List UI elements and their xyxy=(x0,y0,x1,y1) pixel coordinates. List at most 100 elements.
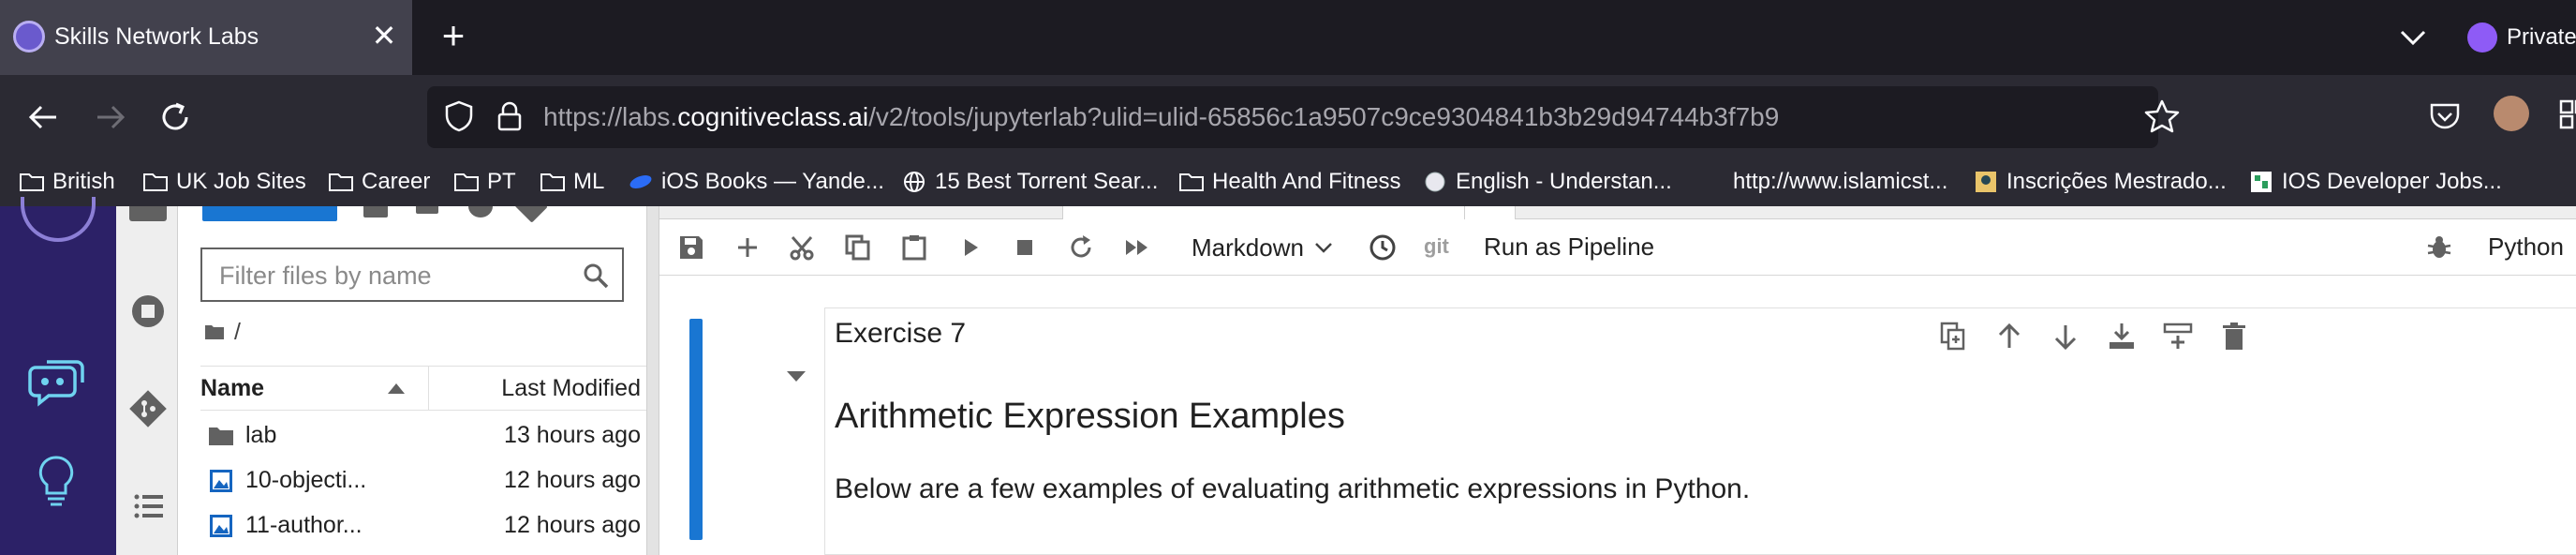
file-name: 11-author... xyxy=(245,512,363,538)
breadcrumb-root[interactable]: / xyxy=(234,319,241,346)
globe-icon xyxy=(904,172,925,192)
activity-bar xyxy=(116,206,178,555)
insert-cell-below-icon[interactable] xyxy=(2105,320,2139,353)
new-launcher-button[interactable] xyxy=(202,206,337,221)
tracking-protection-shield-icon[interactable] xyxy=(442,99,476,133)
bug-icon[interactable] xyxy=(2424,232,2454,262)
bookmark-item[interactable]: PT xyxy=(453,158,516,206)
tab-favicon-icon xyxy=(13,21,45,52)
private-browsing-icon xyxy=(2467,22,2497,52)
bookmark-item[interactable]: IOS Developer Jobs... xyxy=(2248,158,2502,206)
browser-tab[interactable]: Skills Network Labs ✕ xyxy=(0,0,412,75)
chatbot-icon[interactable] xyxy=(26,354,86,411)
folder-icon[interactable] xyxy=(204,323,225,340)
table-of-contents-icon[interactable] xyxy=(129,488,167,525)
bookmark-star-icon[interactable] xyxy=(2143,98,2181,135)
bookmark-item[interactable]: http://www.islamicst... xyxy=(1733,158,1947,206)
paste-icon[interactable] xyxy=(899,232,929,262)
bookmark-label: IOS Developer Jobs... xyxy=(2282,169,2502,194)
lightbulb-icon[interactable] xyxy=(34,454,79,510)
duplicate-cell-icon[interactable] xyxy=(1936,320,1970,353)
cell-rendered-markdown[interactable]: Exercise 7 Arithmetic Expression Example… xyxy=(824,308,2576,555)
site-icon xyxy=(2251,172,2272,192)
restart-kernel-icon[interactable] xyxy=(1066,232,1096,262)
folder-icon xyxy=(329,173,353,191)
forward-arrow-icon[interactable] xyxy=(90,98,129,137)
move-down-arrow-icon[interactable] xyxy=(2049,320,2082,353)
cell-type-value: Markdown xyxy=(1192,232,1304,262)
bookmark-item[interactable]: 15 Best Torrent Sear... xyxy=(901,158,1158,206)
run-icon[interactable] xyxy=(955,232,985,262)
list-tabs-chevron-icon[interactable] xyxy=(2394,19,2432,56)
insert-cell-above-icon[interactable] xyxy=(2161,320,2195,353)
markdown-cell[interactable]: Exercise 7 Arithmetic Expression Example… xyxy=(659,276,2576,555)
clock-icon[interactable] xyxy=(1368,232,1398,262)
sort-ascending-icon xyxy=(388,383,405,394)
pocket-icon[interactable] xyxy=(2426,98,2464,135)
folder-icon xyxy=(20,173,44,191)
run-all-icon[interactable] xyxy=(1122,232,1152,262)
stop-icon[interactable] xyxy=(1010,232,1040,262)
bookmark-label: ML xyxy=(573,169,605,194)
cell-type-dropdown[interactable]: Markdown xyxy=(1192,232,1334,263)
folder-icon xyxy=(1179,173,1204,191)
document-tab[interactable] xyxy=(1465,206,1516,219)
new-folder-icon[interactable] xyxy=(363,206,388,218)
run-as-pipeline-button[interactable]: Run as Pipeline xyxy=(1484,232,1654,262)
notebook-tab[interactable] xyxy=(1062,206,1465,219)
collapse-heading-icon[interactable] xyxy=(787,371,806,382)
extensions-icon[interactable] xyxy=(2557,98,2576,131)
bookmark-item[interactable]: Career xyxy=(328,158,430,206)
url-prefix: https://labs. xyxy=(543,102,678,131)
bookmark-item[interactable]: ML xyxy=(540,158,604,206)
bookmark-label: UK Job Sites xyxy=(176,169,306,194)
upload-icon[interactable] xyxy=(416,206,438,214)
bookmark-item[interactable]: iOS Books — Yande... xyxy=(628,158,884,206)
folder-icon xyxy=(143,173,168,191)
search-icon xyxy=(584,263,609,289)
bookmark-item[interactable]: Inscrições Mestrado... xyxy=(1973,158,2227,206)
move-up-arrow-icon[interactable] xyxy=(1992,320,2026,353)
bookmark-label: PT xyxy=(487,169,516,194)
jupyterlab-app: / Name Last Modified lab 13 hours ago 10… xyxy=(0,197,2576,555)
filter-files-input[interactable] xyxy=(219,261,575,291)
delete-cell-trash-icon[interactable] xyxy=(2217,320,2251,353)
running-sessions-icon[interactable] xyxy=(129,292,167,330)
copy-icon[interactable] xyxy=(843,232,873,262)
account-avatar[interactable] xyxy=(2494,96,2529,131)
name-column-header[interactable]: Name xyxy=(200,367,429,410)
back-arrow-icon[interactable] xyxy=(24,98,64,137)
cell-collapser[interactable] xyxy=(689,319,703,540)
file-list-header: Name Last Modified xyxy=(200,366,646,411)
cut-icon[interactable] xyxy=(787,232,817,262)
file-row[interactable]: lab 13 hours ago xyxy=(200,412,646,458)
save-icon[interactable] xyxy=(676,232,706,262)
file-name: lab xyxy=(245,422,277,448)
bookmark-item[interactable]: UK Job Sites xyxy=(142,158,306,206)
url-text[interactable]: https://labs.cognitiveclass.ai/v2/tools/… xyxy=(543,102,1779,132)
filter-box xyxy=(200,248,624,302)
brand-logo-icon[interactable] xyxy=(21,197,96,242)
bookmark-item[interactable]: English - Understan... xyxy=(1422,158,1672,206)
yandex-icon xyxy=(629,175,652,188)
bookmark-item[interactable]: Health And Fitness xyxy=(1178,158,1400,206)
file-row[interactable]: 11-author... 12 hours ago xyxy=(200,502,646,548)
add-cell-icon[interactable] xyxy=(733,232,762,262)
new-tab-button[interactable]: + xyxy=(433,16,474,58)
file-browser-panel: / Name Last Modified lab 13 hours ago 10… xyxy=(178,206,646,555)
file-name: 10-objecti... xyxy=(245,467,367,493)
lock-icon[interactable] xyxy=(493,99,526,133)
git-clone-icon[interactable] xyxy=(514,206,548,223)
bookmark-label: Inscrições Mestrado... xyxy=(2006,169,2227,194)
reload-icon[interactable] xyxy=(155,98,195,137)
file-row[interactable]: 10-objecti... 12 hours ago xyxy=(200,458,646,502)
kernel-name[interactable]: Python xyxy=(2488,232,2564,262)
refresh-icon[interactable] xyxy=(468,206,493,218)
panel-resize-handle[interactable] xyxy=(646,206,659,555)
git-icon[interactable] xyxy=(129,390,167,428)
last-modified-column-header[interactable]: Last Modified xyxy=(437,375,641,402)
cell-paragraph: Below are a few examples of evaluating a… xyxy=(835,473,1751,504)
git-diff-button[interactable]: git xyxy=(1424,234,1449,259)
file-browser-tab-icon[interactable] xyxy=(129,206,167,221)
tab-close-icon[interactable]: ✕ xyxy=(367,17,401,54)
